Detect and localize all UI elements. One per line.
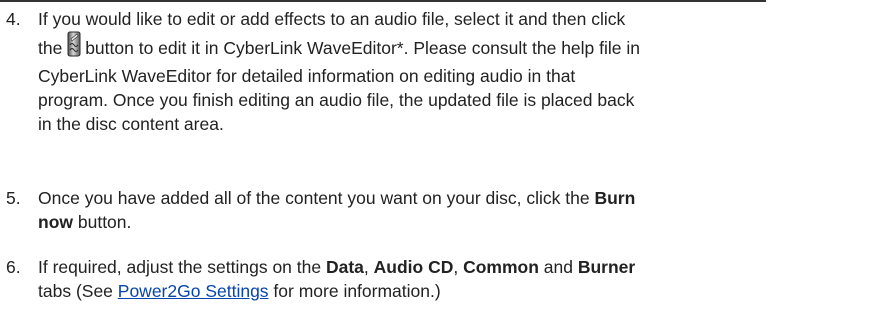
text-run: button. [73,212,132,232]
step-line: If required, adjust the settings on the … [38,255,860,279]
tab-common-ref: Common [463,257,539,277]
step-number: 5. [6,188,21,208]
burn-now-button-ref: Burn [594,188,636,208]
step-text: If required, adjust the settings on the … [38,255,860,303]
step-line: in the disc content area. [38,114,224,134]
top-divider [0,0,766,2]
wave-editor-edit-icon [67,31,81,57]
text-run: Once you have added all of the content y… [38,188,595,208]
step-line: program. Once you finish editing an audi… [38,90,635,110]
step-number: 4. [6,9,21,29]
step-text: If you would like to edit or add effects… [38,7,860,136]
burn-now-button-ref: now [38,212,73,232]
step-line: If you would like to edit or add effects… [38,9,626,29]
text-run: button to edit it in CyberLink WaveEdito… [85,38,640,58]
text-run: and [538,257,578,277]
step-text: Once you have added all of the content y… [38,186,860,234]
step-line: now button. [38,210,860,234]
text-run: tabs (See [38,281,118,301]
step-line: CyberLink WaveEditor for detailed inform… [38,66,576,86]
text-run: the [38,38,68,58]
step-line: tabs (See Power2Go Settings for more inf… [38,279,860,303]
step-line: Once you have added all of the content y… [38,186,860,210]
text-run: If required, adjust the settings on the [38,257,326,277]
text-run: , [363,257,374,277]
text-run: for more information.) [268,281,441,301]
step-number: 6. [6,257,21,277]
tab-data-ref: Data [325,257,364,277]
tab-audio-cd-ref: Audio CD [373,257,454,277]
tab-burner-ref: Burner [577,257,636,277]
text-run: , [453,257,464,277]
step-line: the button to edit it in CyberLink WaveE… [38,31,860,64]
power2go-settings-link[interactable]: Power2Go Settings [118,281,269,301]
